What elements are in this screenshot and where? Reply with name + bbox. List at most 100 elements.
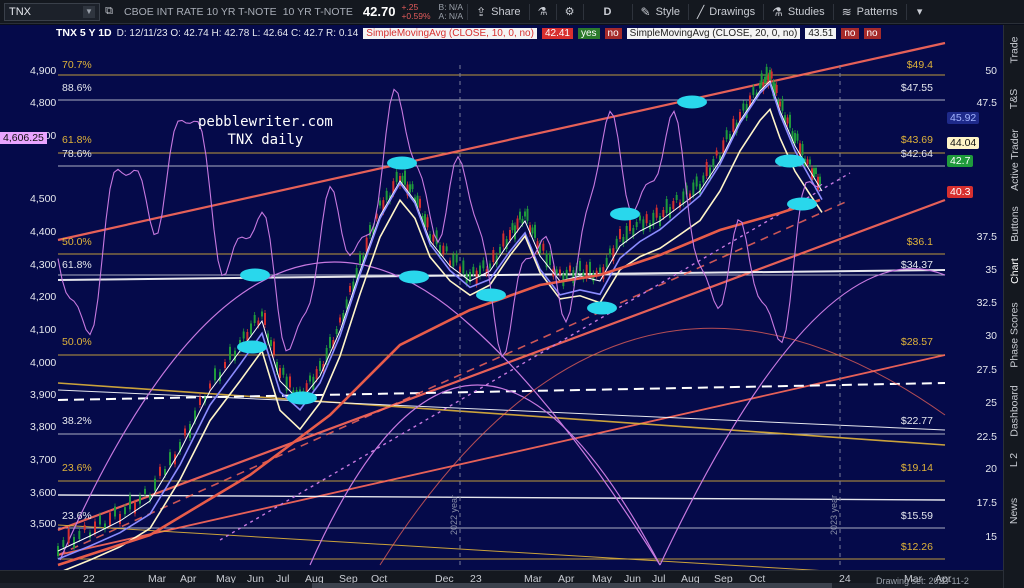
side-tab-trade[interactable]: Trade [1004,30,1024,70]
left-axis-tick: 3,800 [30,421,57,433]
candle-body [809,159,811,165]
candle-body [692,182,695,196]
drawings-icon: ╱ [697,4,705,19]
candle-body [572,270,575,284]
right-axis-tick: 15 [985,531,997,543]
right-axis-tick: 20 [985,463,997,475]
candle-body [632,228,635,236]
candle-body [499,247,501,253]
candle-body [385,190,388,200]
ohlc-readout: D: 12/11/23 O: 42.74 H: 42.78 L: 42.64 C… [116,27,359,39]
chart-legend: TNX 5 Y 1D D: 12/11/23 O: 42.74 H: 42.78… [56,27,881,39]
candle-body [555,269,558,275]
style-label: Style [655,5,681,18]
side-tab-phase-scores[interactable]: Phase Scores [1004,295,1024,375]
candle-body [645,214,648,224]
side-tab-news[interactable]: News [1004,495,1024,527]
candle-body [404,170,406,185]
symbol-dropdown-icon[interactable]: ▼ [83,5,95,18]
horizontal-scrollbar[interactable] [0,583,940,588]
fib-price-label: $34.37 [900,259,933,271]
candle-body [472,266,475,274]
candle-body [395,171,398,182]
interval-selector[interactable]: D [588,3,628,21]
candle-body [629,220,631,231]
patterns-button[interactable]: ≋ Patterns [838,3,902,21]
studies-button[interactable]: ⚗ Studies [768,3,828,21]
scrollbar-thumb[interactable] [312,583,832,588]
candle-body [169,452,171,466]
candle-body [452,254,455,267]
link-icon[interactable]: ⧉ [100,3,118,21]
fib-price-label: $22.77 [900,415,933,427]
fib-percent-label: 70.7% [62,59,92,71]
side-tab-l-2[interactable]: L 2 [1004,445,1024,475]
candle-body [549,254,551,265]
symbol-input[interactable]: TNX ▼ [4,2,100,21]
candle-body [682,191,685,204]
flask-icon[interactable]: ⚗ [534,3,552,21]
fib-price-label: $49.4 [906,59,933,71]
year-marker-label: 2023 year [829,495,839,535]
sma10-label[interactable]: SimpleMovingAvg (CLOSE, 10, 0, no) [363,27,537,39]
side-tab-chart[interactable]: Chart [1004,253,1024,289]
candle-body [379,200,381,206]
fib-percent-label: 61.8% [62,259,92,271]
price-tag: 45.92 [947,112,980,124]
side-tab-dashboard[interactable]: Dashboard [1004,385,1024,437]
fib-percent-label: 61.8% [62,134,92,146]
share-button[interactable]: ⇪ Share [472,3,524,21]
candle-body [335,329,338,334]
candle-body [489,263,491,269]
candle-body [794,133,796,143]
style-button[interactable]: ✎ Style [637,3,685,21]
candle-body [775,85,778,93]
candle-body [524,211,526,217]
side-tab-t-s[interactable]: T&S [1004,80,1024,118]
candle-body [615,238,618,249]
right-price-axis[interactable]: 50 47.5 37.5 35 32.5 30 27.5 25 22.5 20 17.5 15 45.9… [945,25,1003,570]
fib-percent-label: 23.6% [62,510,92,522]
share-label: Share [491,5,521,18]
candle-body [655,207,658,218]
candle-body [289,376,291,388]
chart-canvas[interactable]: 2022 year 2023 year [0,25,1003,570]
side-tab-label: Chart [1008,258,1021,284]
symbol-description: CBOE INT RATE 10 YR T-NOTE [124,5,277,18]
sma20-label[interactable]: SimpleMovingAvg (CLOSE, 20, 0, no) [626,27,801,39]
fib-price-label: $42.64 [900,148,933,160]
left-axis-tick: 3,700 [30,454,57,466]
candle-body [715,150,718,156]
time-axis[interactable]: 22 Mar Apr May Jun Jul Aug Sep Oct Dec 23 Mar Apr May… [0,570,1003,588]
watermark-subtitle: TNX daily [227,132,304,148]
right-axis-tick: 25 [985,397,997,409]
candle-body [242,331,245,339]
candle-body [732,118,735,132]
more-options-icon[interactable]: ▾ [911,3,929,21]
drawings-label: Drawings [709,5,756,18]
candle-body [712,159,715,167]
ask-value: A: N/A [438,10,464,21]
candle-body [144,488,146,494]
marker-ellipse [287,391,317,405]
top-toolbar: TNX ▼ ⧉ CBOE INT RATE 10 YR T-NOTE 10 YR… [0,0,1024,24]
patterns-label: Patterns [856,5,898,18]
settings-gear-icon[interactable]: ⚙ [561,3,579,21]
fib-price-label: $12.26 [900,541,933,553]
candle-body [442,245,445,254]
candle-body [801,144,804,155]
candle-body [315,369,318,380]
candle-body [752,87,755,95]
candle-body [639,215,641,221]
fib-price-label: $28.57 [900,336,933,348]
candle-body [779,101,781,107]
price-chart[interactable]: 2022 year 2023 year TNX 5 Y 1D D: 12/11/2… [0,25,1003,570]
side-tab-buttons[interactable]: Buttons [1004,200,1024,248]
candle-body [565,269,568,279]
candle-body [214,368,216,381]
side-tab-active-trader[interactable]: Active Trader [1004,125,1024,195]
toolbar-divider [467,3,469,20]
sma20-no-badge-2: no [863,27,881,39]
drawings-button[interactable]: ╱ Drawings [693,3,759,21]
marker-ellipse [399,270,429,284]
